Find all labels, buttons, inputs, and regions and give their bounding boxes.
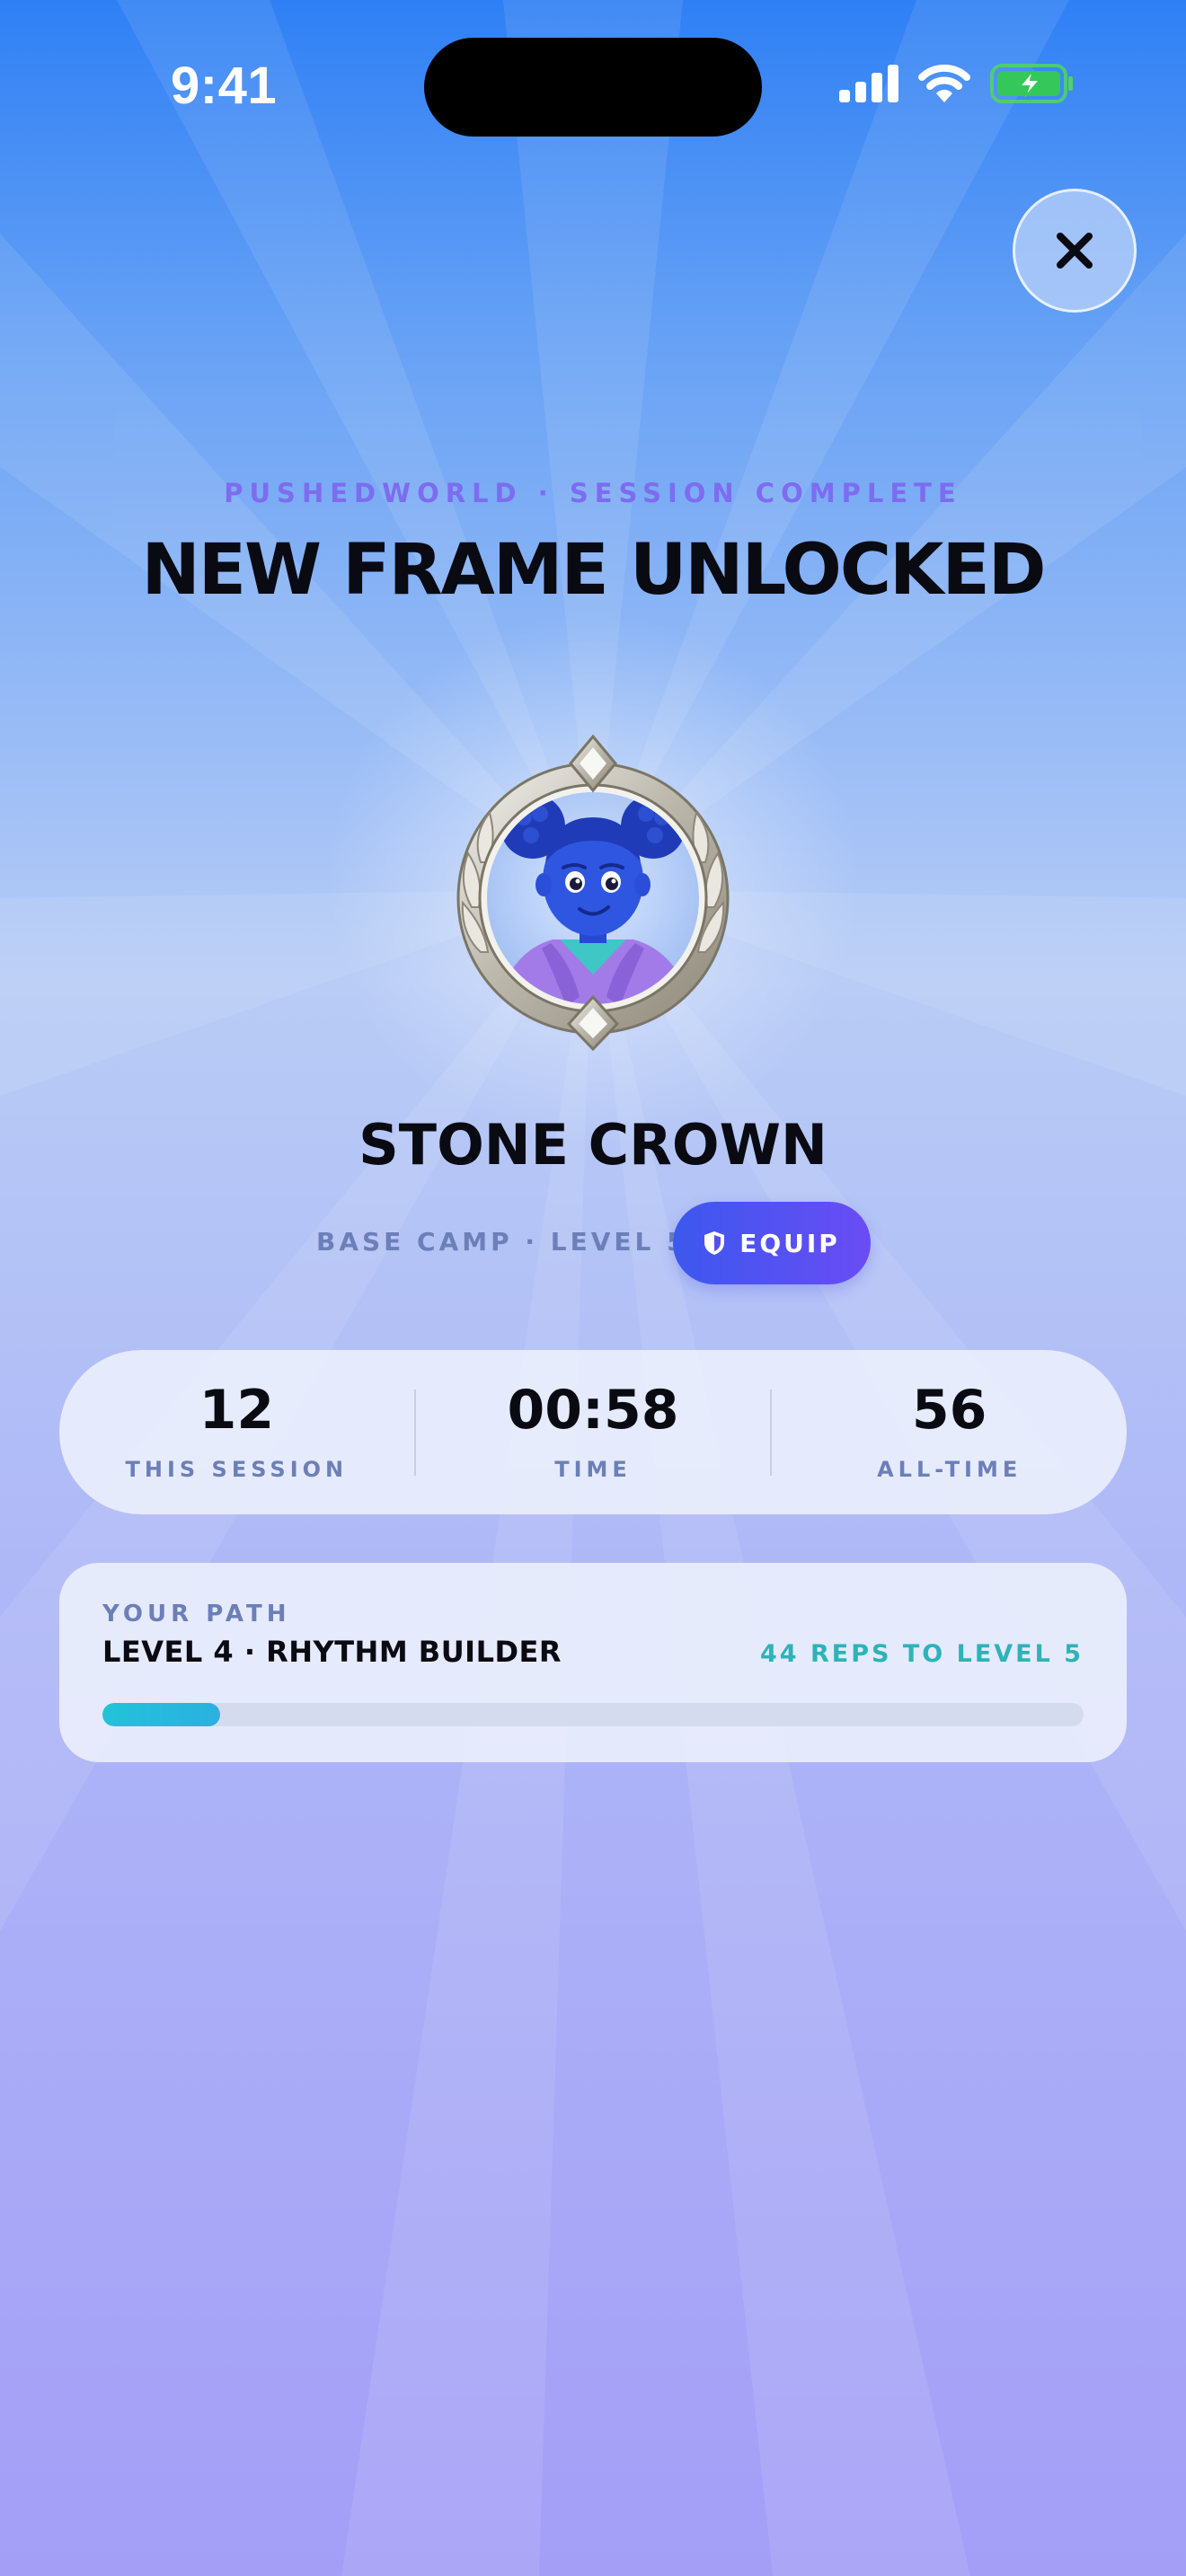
status-time: 9:41 — [171, 57, 278, 115]
session-eyebrow: PUSHEDWORLD · SESSION COMPLETE — [224, 478, 962, 508]
frame-name: STONE CROWN — [358, 1112, 828, 1178]
path-eyebrow: YOUR PATH — [102, 1601, 291, 1628]
dynamic-island — [424, 38, 762, 137]
session-stats-card: 12 THIS SESSION 00:58 TIME 56 ALL-TIME — [59, 1350, 1127, 1514]
shield-icon — [704, 1231, 725, 1255]
battery-charging-icon — [990, 64, 1073, 103]
reps-remaining: 44 REPS TO LEVEL 5 — [760, 1640, 1084, 1668]
stat-time: 00:58 TIME — [416, 1383, 771, 1482]
page-title: NEW FRAME UNLOCKED — [141, 530, 1046, 611]
stat-label: ALL-TIME — [877, 1456, 1022, 1482]
avatar-frame — [445, 728, 741, 1052]
close-icon — [1057, 233, 1093, 269]
equip-button[interactable]: EQUIP — [673, 1202, 871, 1284]
path-level-title: LEVEL 4 · RHYTHM BUILDER — [102, 1635, 562, 1669]
frame-meta: BASE CAMP · LEVEL 5 — [316, 1227, 688, 1257]
stat-value: 56 — [911, 1378, 987, 1442]
stat-value: 12 — [199, 1378, 275, 1442]
path-card: YOUR PATH LEVEL 4 · RHYTHM BUILDER 44 RE… — [59, 1563, 1127, 1762]
stat-this-session: 12 THIS SESSION — [59, 1383, 414, 1482]
stat-value: 00:58 — [507, 1378, 679, 1442]
equip-label: EQUIP — [739, 1228, 840, 1258]
stat-all-time: 56 ALL-TIME — [772, 1383, 1127, 1482]
wifi-icon — [918, 64, 970, 102]
stat-label: TIME — [554, 1456, 632, 1482]
close-button[interactable] — [1013, 189, 1137, 313]
status-icons — [839, 63, 1075, 104]
cellular-signal-icon — [839, 65, 898, 102]
background-rays — [0, 0, 1186, 2576]
level-progress-bar — [102, 1703, 1084, 1726]
stat-label: THIS SESSION — [125, 1456, 349, 1482]
level-progress-fill — [102, 1703, 221, 1726]
